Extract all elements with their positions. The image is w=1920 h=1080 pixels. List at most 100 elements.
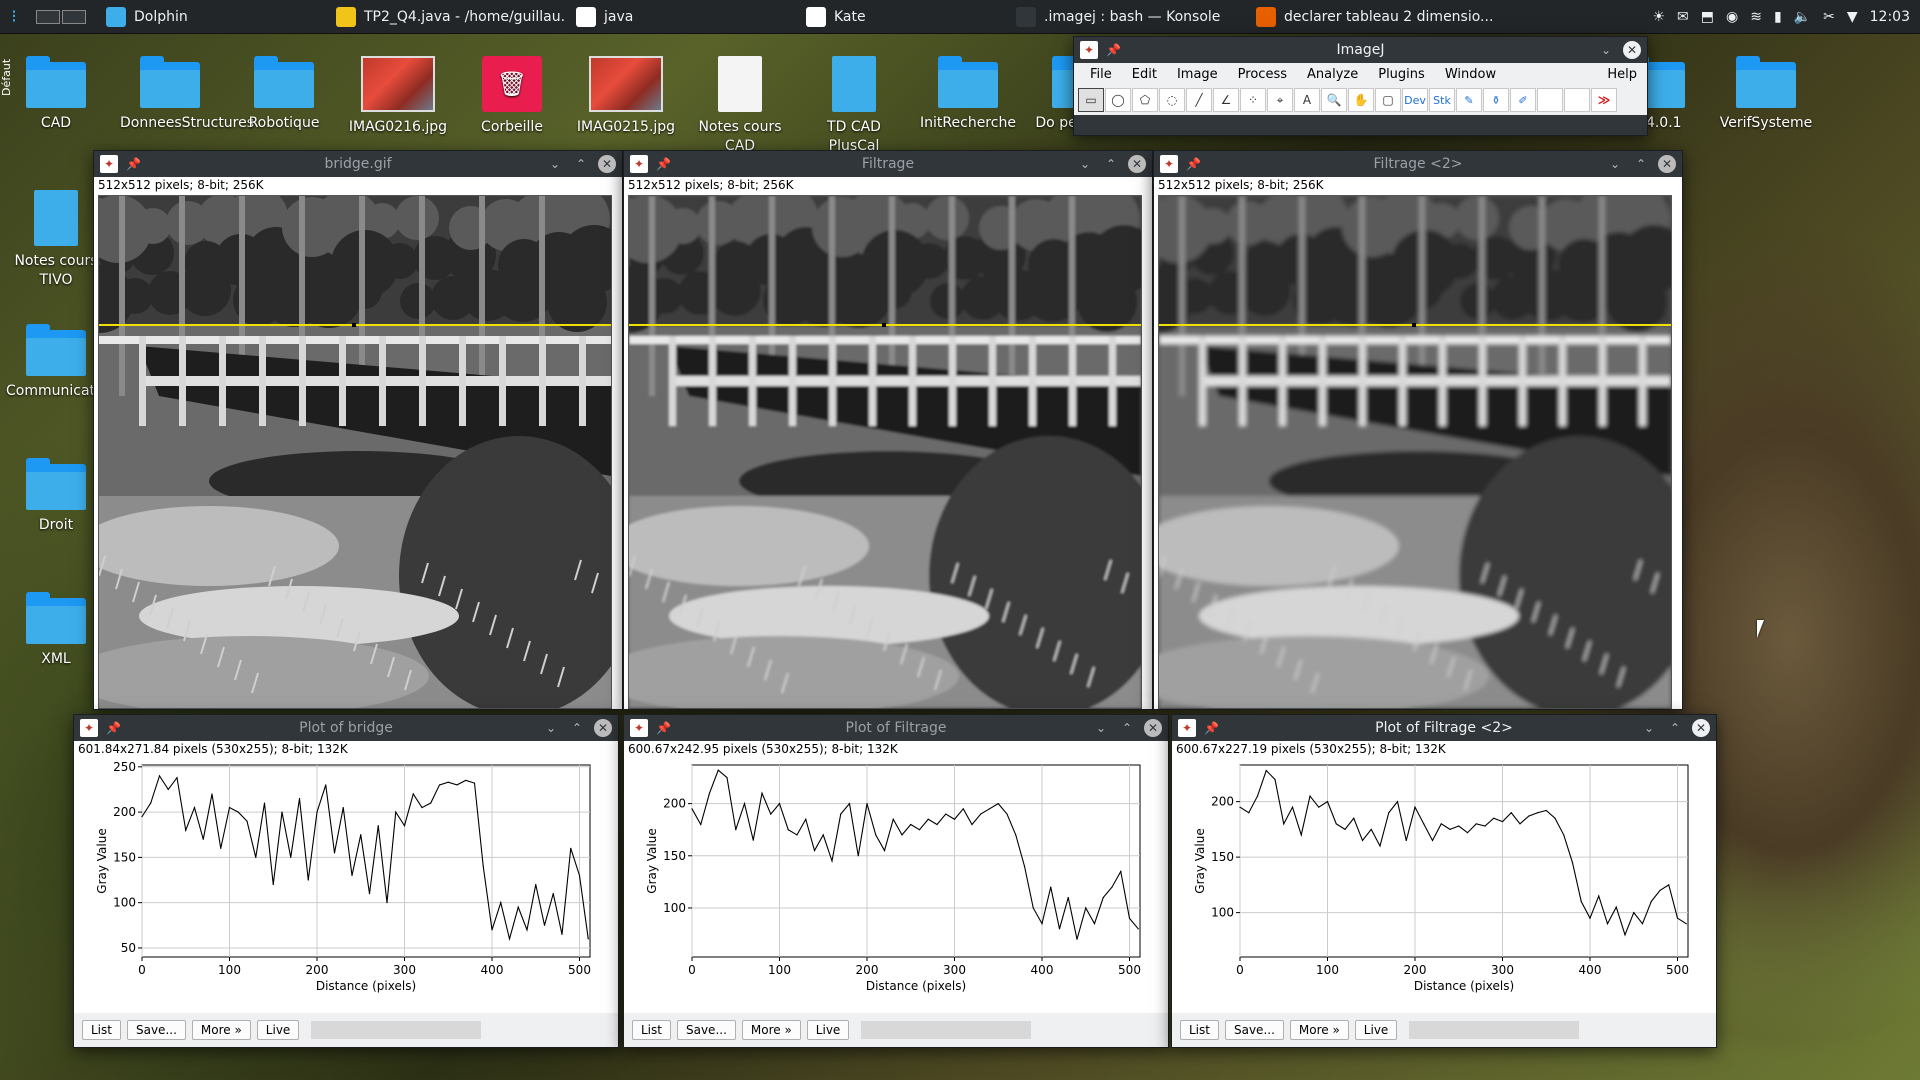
- menu-help[interactable]: Help: [1597, 67, 1647, 82]
- maximize-icon[interactable]: ⌃: [1666, 719, 1684, 737]
- tool-7-icon[interactable]: ⌖: [1267, 88, 1293, 112]
- tool-3-icon[interactable]: ◌: [1159, 88, 1185, 112]
- plot-list-button[interactable]: List: [632, 1020, 671, 1040]
- tool-1-icon[interactable]: ◯: [1105, 88, 1131, 112]
- pin-icon[interactable]: 📌: [656, 157, 671, 171]
- tool-10-icon[interactable]: ✋: [1348, 88, 1374, 112]
- desktop-icon[interactable]: Droit: [6, 458, 106, 535]
- maximize-icon[interactable]: ⌃: [1118, 719, 1136, 737]
- tool-16-icon[interactable]: ✐: [1510, 88, 1536, 112]
- image-canvas[interactable]: [98, 195, 612, 709]
- desktop-icon[interactable]: Robotique: [234, 56, 334, 133]
- close-icon[interactable]: ✕: [1692, 719, 1710, 737]
- tool-17-icon[interactable]: [1537, 88, 1563, 112]
- pin-icon[interactable]: 📌: [1106, 43, 1121, 57]
- desktop-icon[interactable]: XML: [6, 592, 106, 669]
- plot-save-button[interactable]: Save...: [676, 1020, 736, 1040]
- minimize-icon[interactable]: ⌄: [1597, 41, 1615, 59]
- close-icon[interactable]: ✕: [594, 719, 612, 737]
- plot-save-button[interactable]: Save...: [1224, 1020, 1284, 1040]
- task-5[interactable]: declarer tableau 2 dimensio...: [1244, 0, 1504, 34]
- plot-list-button[interactable]: List: [1180, 1020, 1219, 1040]
- volume-icon[interactable]: 🔈: [1794, 9, 1811, 25]
- desktop-icon[interactable]: IMAG0216.jpg: [348, 56, 448, 137]
- desktop-icon[interactable]: Notes cours CAD: [690, 56, 790, 156]
- chat-icon[interactable]: ✉: [1677, 9, 1689, 25]
- kdeconnect-icon[interactable]: ✂: [1823, 9, 1835, 25]
- clock[interactable]: 12:03: [1870, 9, 1910, 25]
- minimize-icon[interactable]: ⌄: [546, 155, 564, 173]
- tool-15-icon[interactable]: ⚱: [1483, 88, 1509, 112]
- minimize-icon[interactable]: ⌄: [1076, 155, 1094, 173]
- pin-icon[interactable]: 📌: [106, 721, 121, 735]
- maximize-icon[interactable]: ⌃: [568, 719, 586, 737]
- plot-list-button[interactable]: List: [82, 1020, 121, 1040]
- plot-live-button[interactable]: Live: [1354, 1020, 1398, 1040]
- image-canvas[interactable]: [628, 195, 1142, 709]
- pin-icon[interactable]: 📌: [656, 721, 671, 735]
- title-bar[interactable]: ✦ 📌 bridge.gif ⌄ ⌃ ✕: [94, 151, 622, 177]
- menu-plugins[interactable]: Plugins: [1368, 67, 1435, 82]
- close-icon[interactable]: ✕: [598, 155, 616, 173]
- tool-19-icon[interactable]: ≫: [1591, 88, 1617, 112]
- application-launcher-icon[interactable]: ⁝: [0, 0, 28, 34]
- tool-2-icon[interactable]: ⬠: [1132, 88, 1158, 112]
- tool-13-icon[interactable]: Stk: [1429, 88, 1455, 112]
- minimize-icon[interactable]: ⌄: [1092, 719, 1110, 737]
- menu-file[interactable]: File: [1080, 67, 1122, 82]
- title-bar[interactable]: ✦ 📌 Plot of Filtrage <2> ⌄ ⌃ ✕: [1172, 715, 1716, 741]
- plot-more-button[interactable]: More »: [1289, 1020, 1349, 1040]
- close-icon[interactable]: ✕: [1144, 719, 1162, 737]
- imagej-app-icon[interactable]: ✦: [100, 155, 118, 173]
- tool-9-icon[interactable]: 🔍: [1321, 88, 1347, 112]
- desktop-icon[interactable]: CAD: [6, 56, 106, 133]
- plot-live-button[interactable]: Live: [806, 1020, 850, 1040]
- title-bar[interactable]: ✦ 📌 Filtrage ⌄ ⌃ ✕: [624, 151, 1152, 177]
- pin-icon[interactable]: 📌: [1186, 157, 1201, 171]
- title-bar[interactable]: ✦ 📌 Plot of bridge ⌄ ⌃ ✕: [74, 715, 618, 741]
- desktop-icon[interactable]: InitRecherche: [918, 56, 1018, 133]
- notifications-icon[interactable]: ◉: [1726, 9, 1738, 25]
- close-icon[interactable]: ✕: [1658, 155, 1676, 173]
- close-icon[interactable]: ✕: [1128, 155, 1146, 173]
- desktop-icon[interactable]: DonneesStructures: [120, 56, 254, 133]
- maximize-icon[interactable]: ⌃: [1102, 155, 1120, 173]
- minimize-icon[interactable]: ⌄: [1606, 155, 1624, 173]
- desktop-icon[interactable]: Communication: [6, 324, 116, 401]
- menu-window[interactable]: Window: [1435, 67, 1506, 82]
- task-3[interactable]: Kate: [794, 0, 1004, 34]
- menu-process[interactable]: Process: [1228, 67, 1297, 82]
- desktop-icon[interactable]: IMAG0215.jpg: [576, 56, 676, 137]
- tool-11-icon[interactable]: ▢: [1375, 88, 1401, 112]
- desktop-icon[interactable]: Notes cours TIVO: [6, 190, 106, 290]
- title-bar[interactable]: ✦ 📌 Filtrage <2> ⌄ ⌃ ✕: [1154, 151, 1682, 177]
- maximize-icon[interactable]: ⌃: [1632, 155, 1650, 173]
- menu-image[interactable]: Image: [1167, 67, 1228, 82]
- imagej-app-icon[interactable]: ✦: [1160, 155, 1178, 173]
- pin-icon[interactable]: 📌: [1204, 721, 1219, 735]
- image-canvas[interactable]: [1158, 195, 1672, 709]
- minimize-icon[interactable]: ⌄: [1640, 719, 1658, 737]
- tool-6-icon[interactable]: ⁘: [1240, 88, 1266, 112]
- imagej-app-icon[interactable]: ✦: [630, 155, 648, 173]
- plot-more-button[interactable]: More »: [741, 1020, 801, 1040]
- tray-expand-icon[interactable]: ▼: [1847, 9, 1858, 25]
- menu-edit[interactable]: Edit: [1122, 67, 1167, 82]
- imagej-app-icon[interactable]: ✦: [630, 719, 648, 737]
- tool-18-icon[interactable]: [1564, 88, 1590, 112]
- plot-save-button[interactable]: Save...: [126, 1020, 186, 1040]
- close-icon[interactable]: ✕: [1623, 41, 1641, 59]
- imagej-app-icon[interactable]: ✦: [1080, 41, 1098, 59]
- imagej-app-icon[interactable]: ✦: [1178, 719, 1196, 737]
- tool-0-icon[interactable]: ▭: [1078, 88, 1104, 112]
- minimize-icon[interactable]: ⌄: [542, 719, 560, 737]
- imagej-app-icon[interactable]: ✦: [80, 719, 98, 737]
- virtual-desktop-pager[interactable]: [36, 9, 86, 24]
- task-0[interactable]: Dolphin: [94, 0, 324, 34]
- pin-icon[interactable]: 📌: [126, 157, 141, 171]
- battery-icon[interactable]: ▮: [1774, 9, 1782, 25]
- tool-14-icon[interactable]: ✎: [1456, 88, 1482, 112]
- menu-analyze[interactable]: Analyze: [1297, 67, 1368, 82]
- tool-8-icon[interactable]: A: [1294, 88, 1320, 112]
- title-bar[interactable]: ✦ 📌 ImageJ ⌄ ✕: [1074, 37, 1647, 63]
